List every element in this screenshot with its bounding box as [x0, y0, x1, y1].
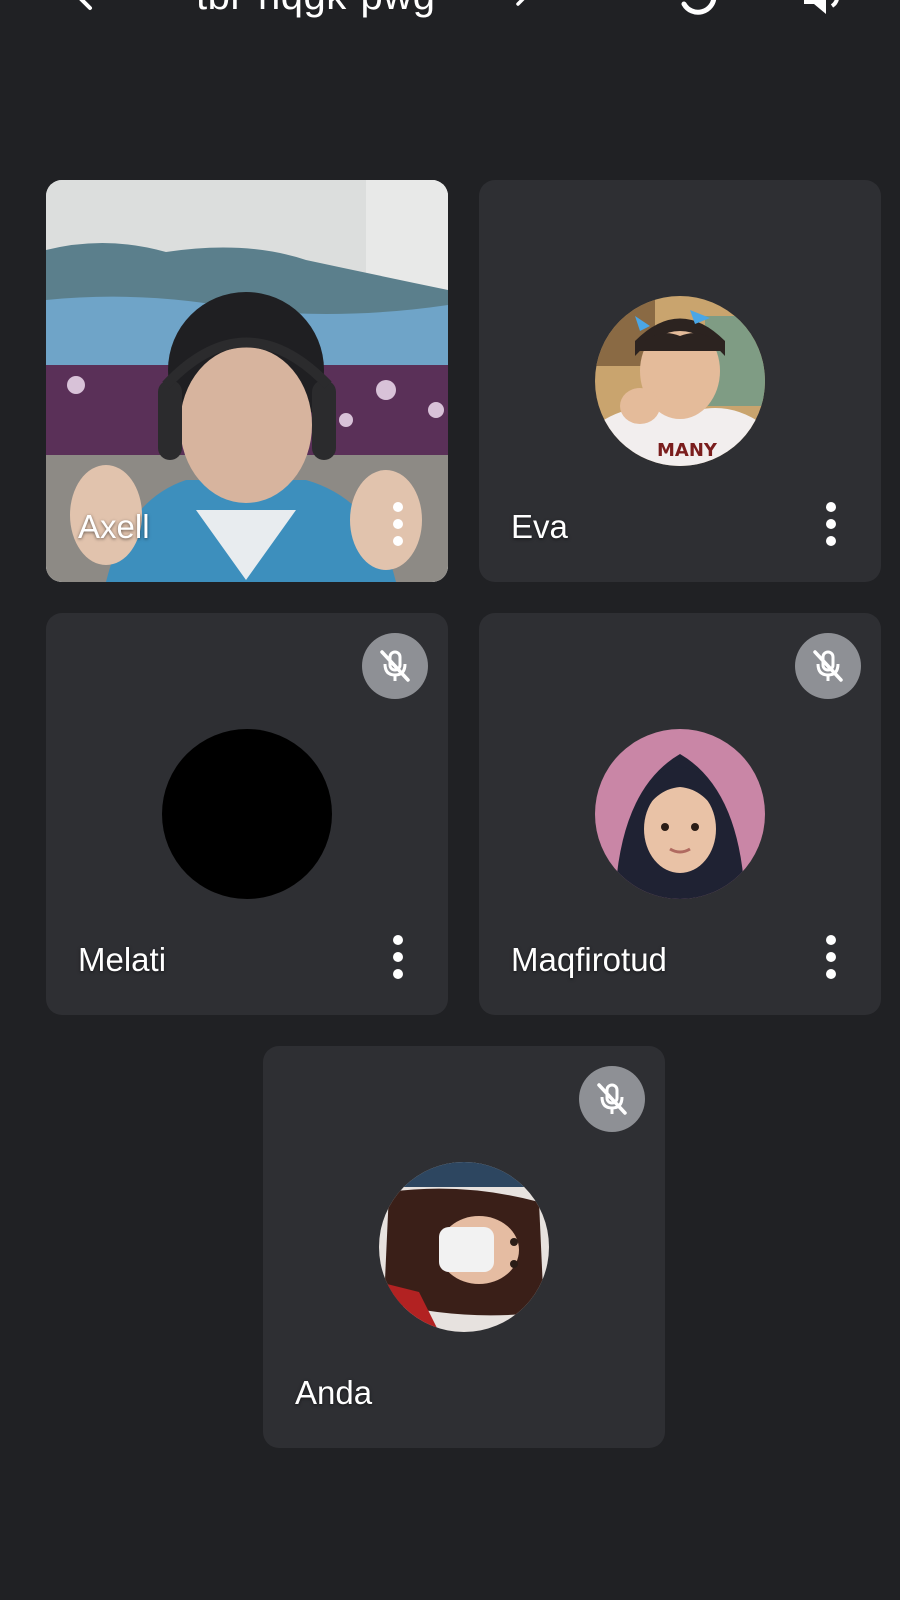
more-options-button[interactable] [386, 935, 410, 979]
avatar [595, 729, 765, 899]
switch-camera-button[interactable] [672, 0, 724, 22]
participant-tile-eva[interactable]: MANY Eva [479, 180, 881, 582]
more-vert-icon-dot [826, 519, 836, 529]
more-vert-icon-dot [393, 952, 403, 962]
mute-indicator [795, 633, 861, 699]
more-options-button[interactable] [819, 935, 843, 979]
switch-camera-icon [681, 0, 717, 15]
participant-name: Anda [295, 1374, 373, 1411]
participant-name: Melati [78, 941, 167, 978]
participant-name: Axell [78, 508, 150, 545]
back-button[interactable] [68, 0, 108, 18]
avatar [162, 729, 332, 899]
speaker-button[interactable] [796, 0, 848, 22]
more-vert-icon-dot [826, 969, 836, 979]
more-options-button[interactable] [386, 502, 410, 546]
more-vert-icon-dot [826, 952, 836, 962]
avatar-photo: MANY [595, 296, 765, 466]
more-vert-icon-dot [393, 519, 403, 529]
more-vert-icon [826, 935, 836, 945]
mute-indicator [579, 1066, 645, 1132]
mute-indicator [362, 633, 428, 699]
top-bar: tbr-nqgk-pwg [0, 0, 900, 28]
mic-off-icon [813, 650, 843, 682]
meeting-screen: tbr-nqgk-pwg [0, 0, 900, 1600]
more-vert-icon [393, 502, 403, 512]
meeting-info-button[interactable] [512, 0, 532, 6]
participant-tile-self[interactable]: Anda [263, 1046, 665, 1448]
mic-off-icon [597, 1083, 627, 1115]
chevron-right-icon [516, 0, 525, 6]
avatar [379, 1162, 549, 1332]
more-vert-icon-dot [393, 536, 403, 546]
avatar: MANY [595, 296, 765, 466]
more-vert-icon [393, 935, 403, 945]
meeting-code[interactable]: tbr-nqgk-pwg [196, 0, 435, 18]
more-vert-icon-dot [393, 969, 403, 979]
speaker-icon [804, 0, 839, 14]
mic-off-icon [380, 650, 410, 682]
avatar-photo [595, 729, 765, 899]
more-options-button[interactable] [819, 502, 843, 546]
svg-text:MANY: MANY [657, 440, 718, 461]
participant-name: Eva [511, 508, 568, 545]
avatar-photo [379, 1162, 549, 1332]
more-vert-icon-dot [826, 536, 836, 546]
more-vert-icon [826, 502, 836, 512]
participant-tile-melati[interactable]: Melati [46, 613, 448, 1015]
arrow-back-icon [79, 0, 96, 10]
participant-name: Maqfirotud [511, 941, 667, 978]
participant-tile-maqfirotud[interactable]: Maqfirotud [479, 613, 881, 1015]
participant-tile-axell[interactable]: Axell [46, 180, 448, 582]
